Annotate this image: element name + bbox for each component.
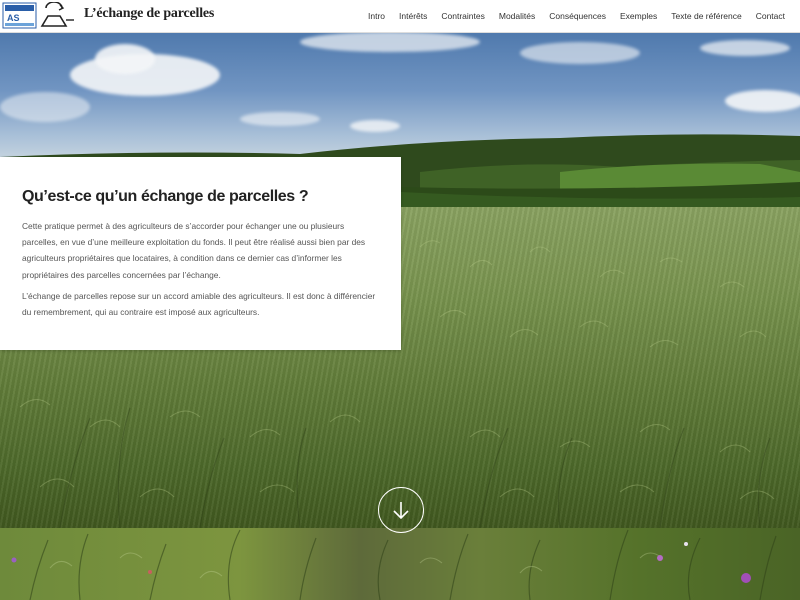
intro-card: Qu’est-ce qu’un échange de parcelles ? C… xyxy=(0,157,401,350)
cloud xyxy=(300,32,480,52)
intro-paragraph-2: L’échange de parcelles repose sur un acc… xyxy=(22,291,376,318)
cloud xyxy=(725,90,800,112)
main-menu: Intro Intérêts Contraintes Modalités Con… xyxy=(361,0,792,32)
next-section-image xyxy=(0,528,800,600)
svg-text:AS: AS xyxy=(7,13,20,23)
intro-paragraph-1: Cette pratique permet à des agriculteurs… xyxy=(22,221,366,280)
cloud xyxy=(0,92,90,122)
nav-item-interets[interactable]: Intérêts xyxy=(392,11,434,21)
cloud xyxy=(520,42,640,64)
nav-item-texte-de-reference[interactable]: Texte de référence xyxy=(664,11,748,21)
meadow-flowers xyxy=(11,529,777,600)
cloud xyxy=(350,120,400,132)
nav-item-modalites[interactable]: Modalités xyxy=(492,11,542,21)
nav-item-intro[interactable]: Intro xyxy=(361,11,392,21)
logo-icon[interactable]: AS xyxy=(2,1,76,29)
nav-item-contact[interactable]: Contact xyxy=(749,11,792,21)
nav-item-exemples[interactable]: Exemples xyxy=(613,11,664,21)
intro-title: Qu’est-ce qu’un échange de parcelles ? xyxy=(22,188,309,205)
site-title[interactable]: L’échange de parcelles xyxy=(84,6,214,22)
scroll-down-button[interactable] xyxy=(378,487,424,533)
arrow-down-icon xyxy=(393,502,409,520)
cloud xyxy=(95,44,155,74)
top-nav-bar: AS L’échange de parcelles Intro Intérêts… xyxy=(0,0,800,33)
nav-item-contraintes[interactable]: Contraintes xyxy=(434,11,491,21)
cloud xyxy=(700,40,790,56)
cloud xyxy=(240,112,320,126)
nav-item-consequences[interactable]: Conséquences xyxy=(542,11,613,21)
